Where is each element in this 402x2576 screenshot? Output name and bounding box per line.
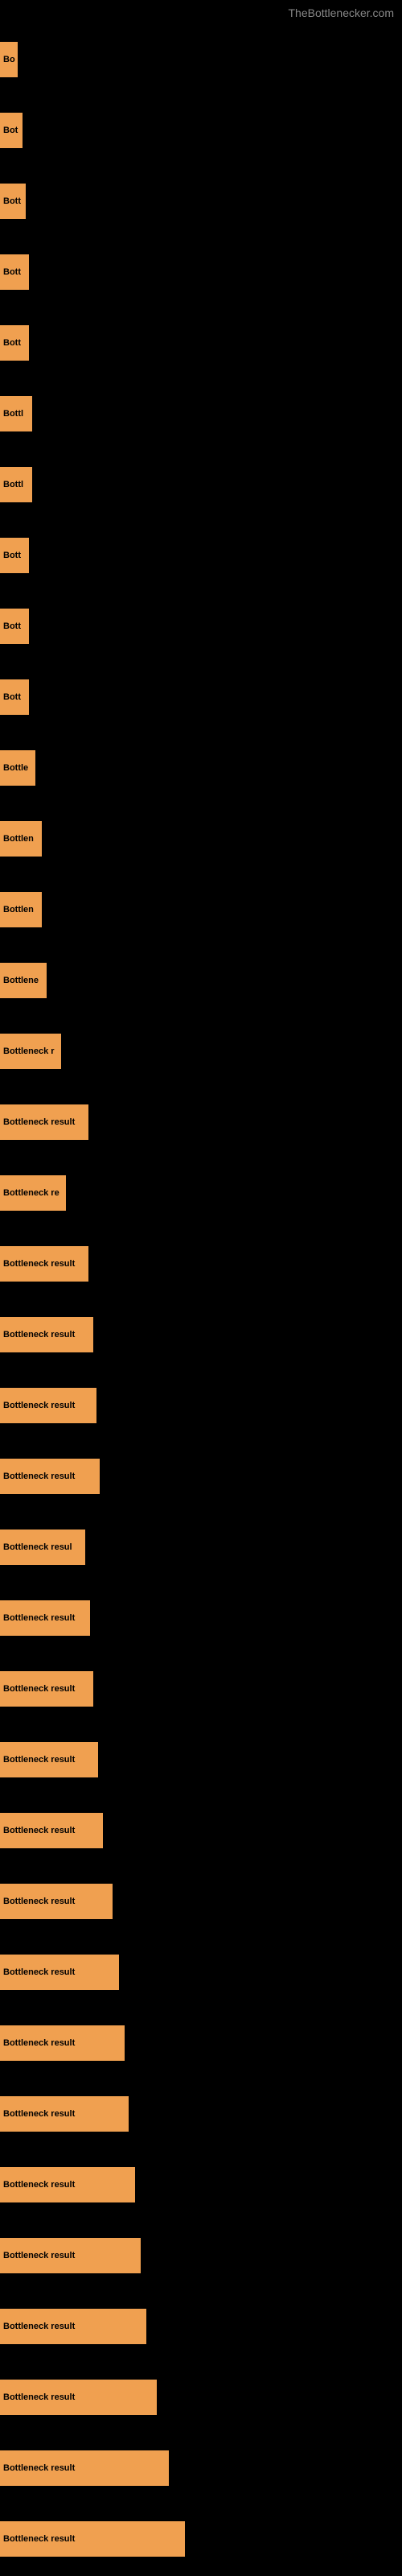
bar-row-33: Bottleneck result [0, 2362, 402, 2433]
bar-row-14: Bottleneck r [0, 1016, 402, 1087]
bar-row-22: Bottleneck result [0, 1583, 402, 1653]
bar-label-28: Bottleneck result [0, 2037, 125, 2050]
bar-label-14: Bottleneck r [0, 1045, 61, 1058]
bar-row-20: Bottleneck result [0, 1441, 402, 1512]
bar-row-25: Bottleneck result [0, 1795, 402, 1866]
bar-label-27: Bottleneck result [0, 1966, 119, 1979]
bar-label-9: Bott [0, 691, 29, 704]
bar-label-15: Bottleneck result [0, 1116, 88, 1129]
bar-row-18: Bottleneck result [0, 1299, 402, 1370]
bar-label-31: Bottleneck result [0, 2249, 141, 2262]
bar-label-10: Bottle [0, 762, 35, 774]
bar-label-21: Bottleneck resul [0, 1541, 85, 1554]
bar-row-28: Bottleneck result [0, 2008, 402, 2079]
bar-row-15: Bottleneck result [0, 1087, 402, 1158]
bar-row-26: Bottleneck result [0, 1866, 402, 1937]
bar-row-27: Bottleneck result [0, 1937, 402, 2008]
bar-label-35: Bottleneck result [0, 2533, 185, 2545]
bar-row-21: Bottleneck resul [0, 1512, 402, 1583]
bar-row-2: Bott [0, 166, 402, 237]
bar-label-23: Bottleneck result [0, 1682, 93, 1695]
bar-label-34: Bottleneck result [0, 2462, 169, 2475]
bar-label-11: Bottlen [0, 832, 42, 845]
bar-label-1: Bot [0, 124, 23, 137]
bar-label-12: Bottlen [0, 903, 42, 916]
bar-label-26: Bottleneck result [0, 1895, 113, 1908]
bar-row-30: Bottleneck result [0, 2149, 402, 2220]
bar-row-1: Bot [0, 95, 402, 166]
bar-row-3: Bott [0, 237, 402, 308]
site-title: TheBottlenecker.com [288, 0, 402, 23]
bar-row-16: Bottleneck re [0, 1158, 402, 1228]
bars-wrapper: Bo Bot Bott Bott Bott Bottl Bottl Bott Bott Bott B… [0, 24, 402, 2574]
bar-label-25: Bottleneck result [0, 1824, 103, 1837]
bar-label-13: Bottlene [0, 974, 47, 987]
bar-row-32: Bottleneck result [0, 2291, 402, 2362]
chart-container: TheBottlenecker.com Bo Bot Bott Bott Bott Bot… [0, 0, 402, 2574]
bar-row-31: Bottleneck result [0, 2220, 402, 2291]
bar-label-22: Bottleneck result [0, 1612, 90, 1624]
bar-label-24: Bottleneck result [0, 1753, 98, 1766]
bar-label-33: Bottleneck result [0, 2391, 157, 2404]
bar-label-18: Bottleneck result [0, 1328, 93, 1341]
bar-row-24: Bottleneck result [0, 1724, 402, 1795]
bar-row-5: Bottl [0, 378, 402, 449]
bar-row-6: Bottl [0, 449, 402, 520]
bar-row-11: Bottlen [0, 803, 402, 874]
bar-label-6: Bottl [0, 478, 32, 491]
bar-label-32: Bottleneck result [0, 2320, 146, 2333]
bar-row-10: Bottle [0, 733, 402, 803]
bar-label-8: Bott [0, 620, 29, 633]
bar-label-4: Bott [0, 336, 29, 349]
bar-row-7: Bott [0, 520, 402, 591]
bar-row-0: Bo [0, 24, 402, 95]
bar-row-34: Bottleneck result [0, 2433, 402, 2504]
bar-label-19: Bottleneck result [0, 1399, 96, 1412]
bar-label-2: Bott [0, 195, 26, 208]
bar-row-12: Bottlen [0, 874, 402, 945]
bar-label-7: Bott [0, 549, 29, 562]
bar-label-0: Bo [0, 53, 18, 66]
bar-label-20: Bottleneck result [0, 1470, 100, 1483]
bar-label-5: Bottl [0, 407, 32, 420]
bar-row-19: Bottleneck result [0, 1370, 402, 1441]
bar-label-29: Bottleneck result [0, 2107, 129, 2120]
bar-row-13: Bottlene [0, 945, 402, 1016]
bar-label-30: Bottleneck result [0, 2178, 135, 2191]
bar-row-9: Bott [0, 662, 402, 733]
bar-row-17: Bottleneck result [0, 1228, 402, 1299]
bar-row-29: Bottleneck result [0, 2079, 402, 2149]
bar-label-3: Bott [0, 266, 29, 279]
bar-label-16: Bottleneck re [0, 1187, 66, 1199]
bar-row-23: Bottleneck result [0, 1653, 402, 1724]
bar-label-17: Bottleneck result [0, 1257, 88, 1270]
bar-row-8: Bott [0, 591, 402, 662]
bar-row-4: Bott [0, 308, 402, 378]
bar-row-35: Bottleneck result [0, 2504, 402, 2574]
